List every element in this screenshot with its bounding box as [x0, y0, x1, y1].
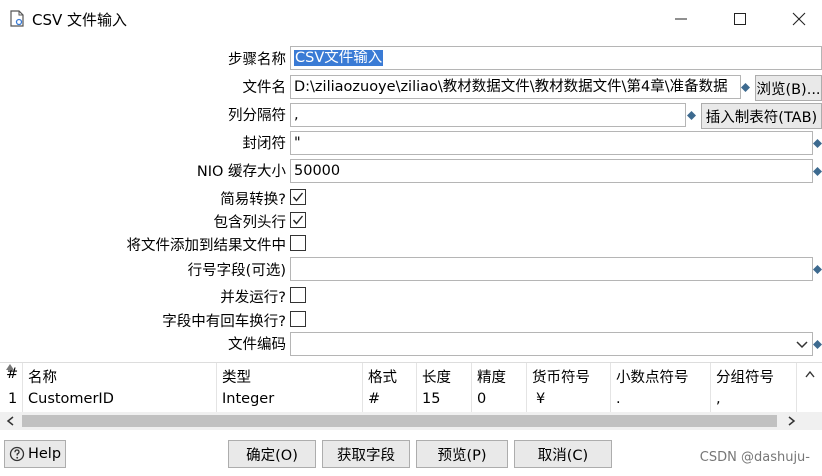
parallel-label: 并发运行?: [220, 290, 286, 306]
delimiter-value: ,: [294, 107, 299, 123]
col-header-name[interactable]: 名称: [28, 366, 57, 387]
enclosure-input[interactable]: ": [290, 131, 813, 155]
browse-button[interactable]: 浏览(B)...: [755, 75, 822, 101]
cell-length[interactable]: 15: [422, 391, 440, 407]
minimize-button[interactable]: [658, 4, 704, 34]
cell-precision[interactable]: 0: [477, 391, 486, 407]
horizontal-scrollbar[interactable]: [0, 412, 822, 430]
cancel-button[interactable]: 取消(C): [514, 440, 612, 468]
window-title: CSV 文件输入: [32, 11, 128, 29]
col-header-format[interactable]: 格式: [368, 366, 397, 387]
rownum-field-input[interactable]: [290, 257, 813, 281]
filename-value: D:\ziliaozuoye\ziliao\教材数据文件\教材数据文件\第4章\…: [294, 79, 728, 95]
col-header-group[interactable]: 分组符号: [716, 366, 774, 387]
step-name-label: 步骤名称: [228, 52, 286, 68]
parallel-checkbox[interactable]: [290, 287, 306, 303]
nio-buffer-input[interactable]: 50000: [290, 159, 813, 183]
col-header-type[interactable]: 类型: [222, 366, 251, 387]
minimize-icon: [675, 18, 687, 20]
col-header-decimal[interactable]: 小数点符号: [616, 366, 689, 387]
watermark: CSDN @dashuju-: [699, 450, 810, 465]
help-button[interactable]: Help: [4, 440, 66, 468]
step-name-value: CSV文件输入: [294, 50, 384, 66]
insert-tab-button[interactable]: 插入制表符(TAB): [701, 103, 822, 129]
maximize-button[interactable]: [717, 4, 763, 34]
title-bar: CSV 文件输入: [0, 0, 822, 38]
delimiter-input[interactable]: ,: [290, 103, 686, 127]
cell-group[interactable]: ,: [716, 391, 721, 407]
header-row-label: 包含列头行: [213, 215, 287, 231]
lazy-conversion-label: 简易转换?: [220, 192, 286, 208]
question-icon: [9, 446, 25, 462]
close-icon: [792, 12, 806, 26]
variable-icon: [741, 83, 750, 92]
checkmark-icon: [292, 192, 304, 202]
sort-up-icon: [6, 364, 14, 370]
maximize-icon: [734, 13, 746, 25]
checkmark-icon: [292, 215, 304, 225]
scrollbar-thumb[interactable]: [22, 415, 777, 427]
enclosure-value: ": [294, 135, 301, 151]
scroll-left-icon[interactable]: [6, 416, 14, 426]
col-header-currency[interactable]: 货币符号: [532, 366, 590, 387]
delimiter-label: 列分隔符: [228, 108, 286, 124]
close-button[interactable]: [776, 4, 822, 34]
cell-format[interactable]: #: [368, 391, 380, 407]
newlines-label: 字段中有回车换行?: [162, 314, 286, 330]
cell-name[interactable]: CustomerID: [28, 391, 114, 407]
ok-button[interactable]: 确定(O): [228, 440, 316, 468]
get-fields-button[interactable]: 获取字段: [322, 440, 410, 468]
rownum-field-label: 行号字段(可选): [187, 263, 286, 279]
filename-input[interactable]: D:\ziliaozuoye\ziliao\教材数据文件\教材数据文件\第4章\…: [290, 75, 741, 99]
cell-currency[interactable]: ¥: [536, 391, 545, 407]
document-icon: [10, 10, 24, 27]
newlines-checkbox[interactable]: [290, 311, 306, 327]
filename-label: 文件名: [242, 80, 287, 96]
nio-buffer-value: 50000: [294, 163, 341, 179]
variable-icon: [687, 111, 696, 120]
lazy-conversion-checkbox[interactable]: [290, 189, 306, 205]
col-header-precision[interactable]: 精度: [477, 366, 506, 387]
encoding-label: 文件编码: [228, 337, 286, 353]
variable-icon: [813, 265, 822, 274]
add-to-result-label: 将文件添加到结果文件中: [126, 238, 287, 254]
chevron-down-icon[interactable]: [796, 340, 808, 350]
variable-icon: [813, 139, 822, 148]
help-label: Help: [27, 446, 62, 462]
header-row-checkbox[interactable]: [290, 212, 306, 228]
scroll-right-icon[interactable]: [788, 416, 796, 426]
variable-icon: [813, 340, 822, 349]
add-to-result-checkbox[interactable]: [290, 235, 306, 251]
cell-decimal[interactable]: .: [616, 391, 621, 407]
cell-type[interactable]: Integer: [222, 391, 274, 407]
step-name-input[interactable]: CSV文件输入: [290, 46, 822, 70]
scroll-up-icon[interactable]: [805, 371, 815, 378]
nio-buffer-label: NIO 缓存大小: [196, 164, 286, 180]
col-header-length[interactable]: 长度: [422, 366, 451, 387]
enclosure-label: 封闭符: [242, 136, 287, 152]
row-index: 1: [8, 391, 18, 407]
variable-icon: [813, 167, 822, 176]
preview-button[interactable]: 预览(P): [416, 440, 508, 468]
encoding-select[interactable]: [290, 332, 813, 356]
